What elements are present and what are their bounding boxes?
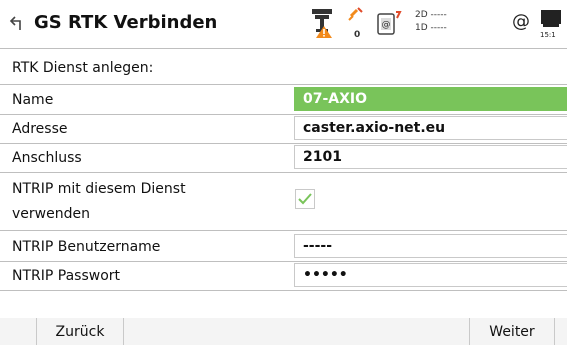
ntrip-username-field[interactable]: ----- (294, 234, 567, 258)
ntrip-use-label-line2: verwenden (12, 206, 90, 222)
port-field[interactable]: 2101 (294, 145, 567, 169)
divider (0, 84, 567, 85)
back-button[interactable]: Zurück (36, 318, 124, 345)
device-connection-icon: @ (376, 10, 404, 38)
name-label: Name (12, 92, 54, 108)
section-label: RTK Dienst anlegen: (12, 60, 154, 76)
address-label: Adresse (12, 121, 68, 137)
divider (0, 143, 567, 144)
port-label: Anschluss (12, 150, 82, 166)
divider (0, 230, 567, 231)
ntrip-password-field[interactable]: ••••• (294, 263, 567, 287)
title-bar: GS RTK Verbinden 0 @ 2D ----- 1D ----- @… (0, 0, 567, 48)
bottom-toolbar: Zurück Weiter (0, 318, 567, 345)
divider (0, 172, 567, 173)
ntrip-username-label: NTRIP Benutzername (12, 239, 161, 255)
svg-text:@: @ (382, 20, 391, 30)
battery-icon (541, 10, 561, 27)
quality-1d: 1D ----- (415, 23, 447, 33)
ntrip-use-label: NTRIP mit diesem Dienst (12, 181, 186, 197)
satellite-icon (348, 6, 366, 22)
clock-time: 15:1 (540, 31, 556, 39)
satellite-count: 0 (354, 30, 361, 40)
name-field[interactable]: 07-AXIO (294, 87, 567, 111)
next-button[interactable]: Weiter (469, 318, 555, 345)
checkmark-icon (298, 193, 312, 205)
divider (0, 114, 567, 115)
quality-2d: 2D ----- (415, 10, 447, 20)
header-divider (0, 48, 567, 49)
divider (0, 290, 567, 291)
page-title: GS RTK Verbinden (34, 12, 218, 33)
internet-at-icon: @ (512, 11, 530, 32)
ntrip-use-checkbox[interactable] (295, 189, 315, 209)
rover-warning-icon (310, 6, 336, 38)
back-arrow-icon[interactable] (6, 12, 28, 34)
address-field[interactable]: caster.axio-net.eu (294, 116, 567, 140)
ntrip-password-label: NTRIP Passwort (12, 268, 121, 284)
divider (0, 261, 567, 262)
